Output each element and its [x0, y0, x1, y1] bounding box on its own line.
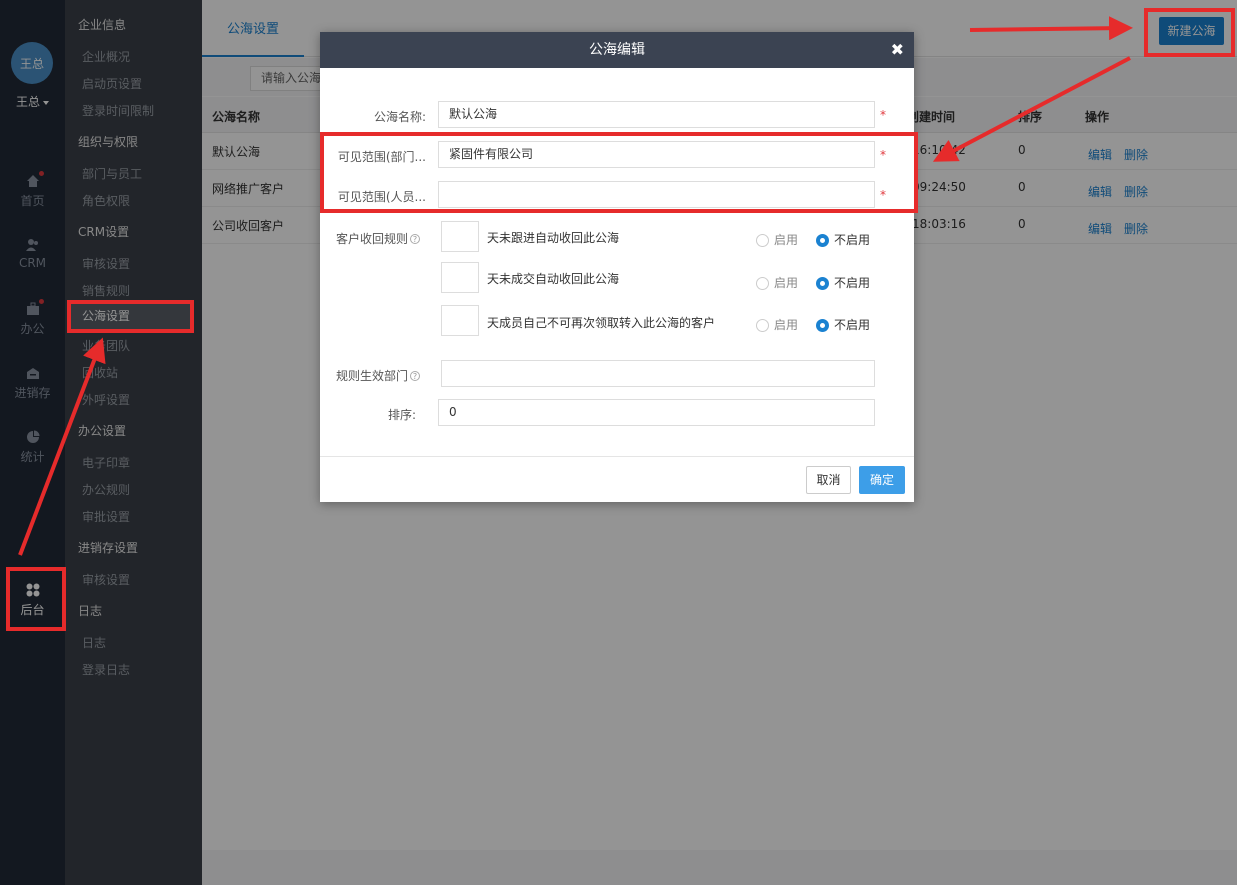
arrow-to-visibility [932, 56, 1131, 162]
arrow-admin-to-pool [18, 337, 106, 556]
annotation-arrows [18, 16, 1133, 556]
arrow-to-new-button [969, 16, 1133, 41]
